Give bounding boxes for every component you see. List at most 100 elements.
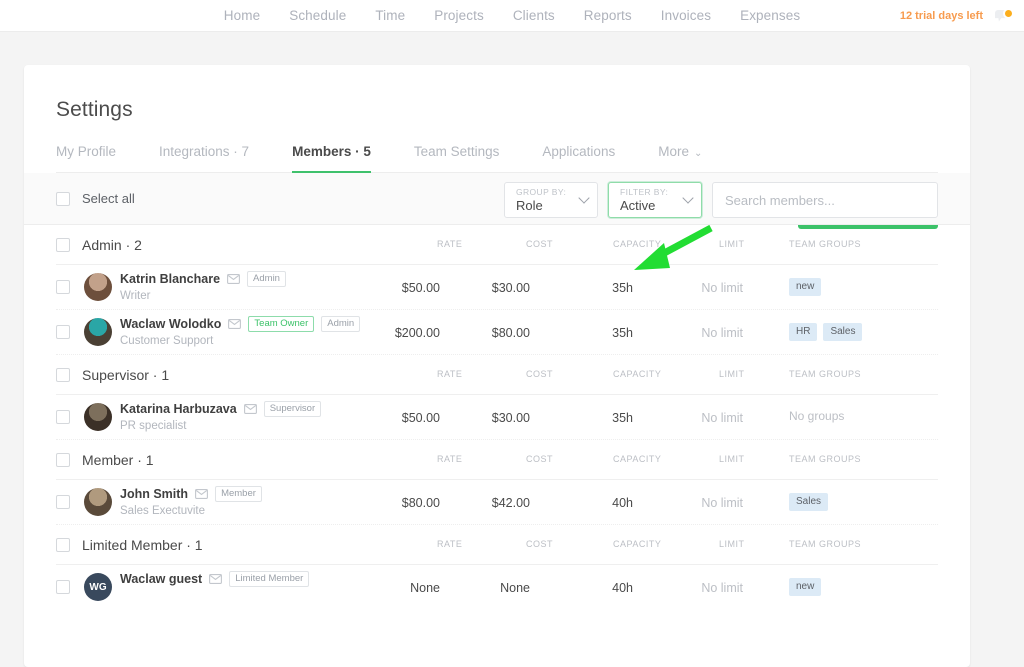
team-group-tag[interactable]: Sales: [823, 323, 862, 341]
cell-capacity: 40h: [612, 581, 633, 595]
cell-limit: No limit: [701, 581, 743, 595]
member-name: Waclaw guest: [120, 572, 202, 586]
cell-rate: $50.00: [402, 281, 440, 295]
column-header-limit: LIMIT: [719, 239, 745, 249]
cell-cost: $80.00: [492, 326, 530, 340]
member-job-title: Sales Exectuvite: [120, 505, 262, 517]
filter-controls: GROUP BY: Role FILTER BY: Active: [504, 182, 938, 218]
tab-label: My Profile: [56, 144, 116, 159]
column-headers: RATECOSTCAPACITYLIMITTEAM GROUPS: [56, 355, 938, 395]
cell-cost: $30.00: [492, 411, 530, 425]
column-headers: RATECOSTCAPACITYLIMITTEAM GROUPS: [56, 225, 938, 265]
chevron-down-icon: ⌄: [694, 148, 702, 159]
role-badge: Admin: [247, 271, 286, 287]
row-select-checkbox[interactable]: [56, 325, 70, 339]
team-groups-cell: HR Sales: [789, 323, 862, 341]
nav-item-clients[interactable]: Clients: [513, 8, 555, 23]
group-header: Limited Member · 1RATECOSTCAPACITYLIMITT…: [56, 525, 938, 565]
nav-item-reports[interactable]: Reports: [584, 8, 632, 23]
trial-status-area: 12 trial days left: [900, 0, 1014, 32]
column-header-rate: RATE: [437, 369, 462, 379]
table-row[interactable]: Katrin BlanchareAdminWriter$50.00$30.003…: [56, 265, 938, 310]
avatar: [84, 318, 112, 346]
column-header-capacity: CAPACITY: [613, 369, 661, 379]
team-group-tag[interactable]: HR: [789, 323, 817, 341]
group-header: Supervisor · 1RATECOSTCAPACITYLIMITTEAM …: [56, 355, 938, 395]
column-header-limit: LIMIT: [719, 539, 745, 549]
team-groups-cell: new: [789, 278, 821, 296]
column-header-cost: COST: [526, 369, 553, 379]
group-by-dropdown[interactable]: GROUP BY: Role: [504, 182, 598, 218]
cell-cost: None: [500, 581, 530, 595]
group-header: Admin · 2RATECOSTCAPACITYLIMITTEAM GROUP…: [56, 225, 938, 265]
row-select-checkbox[interactable]: [56, 495, 70, 509]
team-groups-cell: No groups: [789, 408, 851, 426]
tab-label: Applications: [542, 144, 615, 159]
avatar: [84, 403, 112, 431]
envelope-icon[interactable]: [209, 574, 222, 584]
nav-item-schedule[interactable]: Schedule: [289, 8, 346, 23]
row-select-checkbox[interactable]: [56, 280, 70, 294]
column-header-rate: RATE: [437, 539, 462, 549]
row-select-checkbox[interactable]: [56, 580, 70, 594]
filter-by-dropdown[interactable]: FILTER BY: Active: [608, 182, 702, 218]
table-row[interactable]: Waclaw WolodkoTeam OwnerAdminCustomer Su…: [56, 310, 938, 355]
role-badge: Member: [215, 486, 262, 502]
member-name: Waclaw Wolodko: [120, 317, 221, 331]
team-group-tag[interactable]: Sales: [789, 493, 828, 511]
trial-days-left-text: 12 trial days left: [900, 10, 983, 22]
envelope-icon[interactable]: [227, 274, 240, 284]
member-job-title: PR specialist: [120, 420, 321, 432]
tab-label: Members · 5: [292, 144, 371, 159]
envelope-icon[interactable]: [228, 319, 241, 329]
tab-label: More: [658, 144, 689, 159]
column-header-cost: COST: [526, 454, 553, 464]
column-header-rate: RATE: [437, 239, 462, 249]
team-group-tag[interactable]: new: [789, 278, 821, 296]
column-header-limit: LIMIT: [719, 369, 745, 379]
tab-more[interactable]: More ⌄: [658, 144, 702, 172]
table-row[interactable]: WGWaclaw guestLimited MemberNoneNone40hN…: [56, 565, 938, 610]
select-all-checkbox[interactable]: [56, 192, 70, 206]
column-header-capacity: CAPACITY: [613, 539, 661, 549]
tab-integrations[interactable]: Integrations · 7: [159, 144, 249, 172]
column-header-capacity: CAPACITY: [613, 454, 661, 464]
member-info: John SmithMemberSales Exectuvite: [120, 486, 262, 517]
team-group-tag[interactable]: new: [789, 578, 821, 596]
settings-card: Settings My Profile Integrations · 7 Membe…: [24, 65, 970, 667]
cell-capacity: 35h: [612, 326, 633, 340]
cell-rate: None: [410, 581, 440, 595]
nav-item-expenses[interactable]: Expenses: [740, 8, 800, 23]
tab-my[interactable]: My Profile: [56, 144, 116, 172]
cell-limit: No limit: [701, 496, 743, 510]
no-groups-label: No groups: [789, 408, 851, 426]
tab-team[interactable]: Team Settings: [414, 144, 500, 172]
nav-item-projects[interactable]: Projects: [434, 8, 484, 23]
envelope-icon[interactable]: [195, 489, 208, 499]
envelope-icon[interactable]: [244, 404, 257, 414]
column-headers: RATECOSTCAPACITYLIMITTEAM GROUPS: [56, 525, 938, 565]
avatar: [84, 273, 112, 301]
row-select-checkbox[interactable]: [56, 410, 70, 424]
column-header-team-groups: TEAM GROUPS: [789, 454, 861, 464]
table-row[interactable]: Katarina HarbuzavaSupervisorPR specialis…: [56, 395, 938, 440]
filter-toolbar: Select all GROUP BY: Role FILTER BY: Act…: [24, 173, 970, 225]
tab-applications[interactable]: Applications: [542, 144, 615, 172]
member-name: Katrin Blanchare: [120, 272, 220, 286]
column-headers: RATE COST CAPACITY LIMIT TEAM GROUPS: [56, 440, 938, 480]
cell-limit: No limit: [701, 411, 743, 425]
column-header-rate: RATE: [437, 454, 462, 464]
page-title: Settings: [56, 98, 938, 122]
notification-bell-icon[interactable]: [995, 7, 1014, 26]
member-info: Katarina HarbuzavaSupervisorPR specialis…: [120, 401, 321, 432]
nav-item-home[interactable]: Home: [224, 8, 260, 23]
cell-capacity: 35h: [612, 411, 633, 425]
tab-members[interactable]: Members · 5: [292, 144, 371, 172]
column-header-limit: LIMIT: [719, 454, 745, 464]
table-row[interactable]: John SmithMemberSales Exectuvite$80.00$4…: [56, 480, 938, 525]
cell-rate: $200.00: [395, 326, 440, 340]
nav-item-time[interactable]: Time: [375, 8, 405, 23]
search-members-input[interactable]: [712, 182, 938, 218]
nav-item-invoices[interactable]: Invoices: [661, 8, 711, 23]
tab-label: Team Settings: [414, 144, 500, 159]
